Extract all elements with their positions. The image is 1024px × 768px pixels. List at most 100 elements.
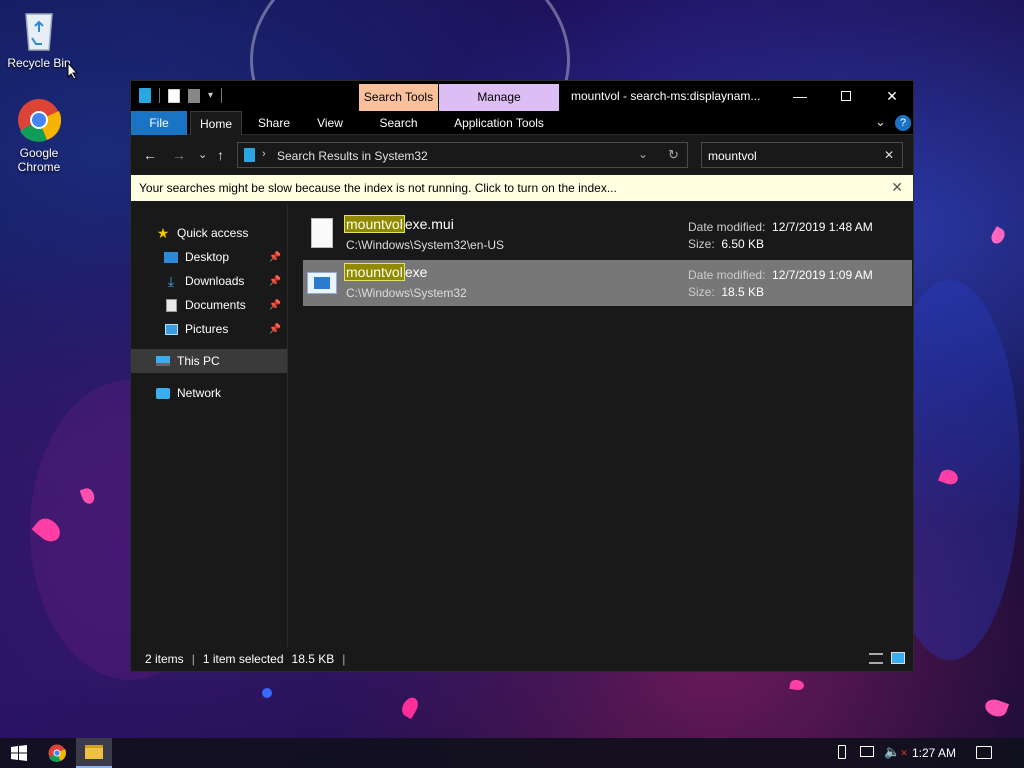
title-bar[interactable]: ▾ Search Tools Manage mountvol - search-… xyxy=(131,81,913,111)
clock[interactable]: 1:27 AM xyxy=(912,746,956,760)
tab-share[interactable]: Share xyxy=(249,111,299,135)
recent-locations-button[interactable]: ⌄ xyxy=(198,148,207,161)
date-value: 12/7/2019 1:09 AM xyxy=(772,268,873,282)
windows-logo-icon xyxy=(11,745,27,761)
up-button[interactable]: ↑ xyxy=(217,147,224,163)
desktop-folder-icon xyxy=(163,250,179,264)
info-bar-message[interactable]: Your searches might be slow because the … xyxy=(139,181,617,195)
nav-label: Downloads xyxy=(185,274,245,288)
maximize-button[interactable] xyxy=(823,81,869,111)
toolbar-divider xyxy=(221,88,223,103)
file-path: C:\Windows\System32 xyxy=(346,286,467,300)
large-icons-view-icon[interactable] xyxy=(891,652,905,664)
taskbar-file-explorer[interactable] xyxy=(76,738,112,768)
date-value: 12/7/2019 1:48 AM xyxy=(772,220,873,234)
tab-search[interactable]: Search xyxy=(359,111,438,135)
tab-home[interactable]: Home xyxy=(190,111,242,135)
pin-icon: 📌 xyxy=(268,251,281,263)
downloads-icon: ⤓ xyxy=(167,272,175,289)
desktop-icon-google-chrome[interactable]: Google Chrome xyxy=(4,98,74,174)
chrome-icon xyxy=(48,744,66,762)
tab-application-tools[interactable]: Application Tools xyxy=(439,111,559,135)
nav-label: Network xyxy=(177,386,222,400)
status-divider: | xyxy=(191,652,195,666)
customize-toolbar-icon[interactable]: ▾ xyxy=(208,90,213,101)
nav-downloads[interactable]: ⤓ Downloads 📌 xyxy=(131,269,287,293)
info-bar-close-icon[interactable]: ✕ xyxy=(891,179,903,196)
network-icon xyxy=(155,386,171,400)
taskbar-chrome[interactable] xyxy=(38,738,76,768)
size-value: 18.5 KB xyxy=(721,285,765,299)
properties-icon[interactable] xyxy=(168,88,180,103)
refresh-icon[interactable]: ↻ xyxy=(668,147,679,163)
quick-access-toolbar: ▾ xyxy=(139,88,223,103)
details-view-icon[interactable] xyxy=(869,653,883,664)
action-center-icon[interactable] xyxy=(976,746,992,759)
nav-quick-access[interactable]: ★ Quick access xyxy=(131,221,287,245)
nav-desktop[interactable]: Desktop 📌 xyxy=(131,245,287,269)
file-path: C:\Windows\System32\en-US xyxy=(346,238,505,252)
nav-pictures[interactable]: Pictures 📌 xyxy=(131,317,287,341)
pictures-icon xyxy=(163,322,179,336)
file-date: Date modified: 12/7/2019 1:09 AM xyxy=(688,268,873,282)
search-input[interactable]: mountvol xyxy=(708,149,757,163)
list-item[interactable]: mountvol exe C:\Windows\System32 Date mod… xyxy=(303,260,912,306)
file-list: mountvol exe.mui C:\Windows\System32\en-U… xyxy=(288,205,913,647)
tab-file[interactable]: File xyxy=(131,111,187,135)
new-folder-icon[interactable] xyxy=(188,88,200,103)
tab-view[interactable]: View xyxy=(305,111,355,135)
document-file-icon xyxy=(311,218,333,248)
close-button[interactable]: ✕ xyxy=(869,81,915,111)
item-count: 2 items xyxy=(145,652,184,666)
nav-label: Quick access xyxy=(177,226,249,240)
folder-app-icon xyxy=(139,88,151,103)
desktop-icon-recycle-bin[interactable]: Recycle Bin xyxy=(4,8,74,70)
search-location-icon xyxy=(244,148,255,162)
computer-icon xyxy=(155,354,171,368)
size-label: Size: xyxy=(688,285,715,299)
context-tab-manage: Manage xyxy=(439,84,559,111)
file-size: Size: 18.5 KB xyxy=(688,285,764,299)
address-box[interactable]: › Search Results in System32 ⌄ ↻ xyxy=(237,142,688,168)
date-label: Date modified: xyxy=(688,220,766,234)
pin-icon: 📌 xyxy=(268,275,281,287)
nav-network[interactable]: Network xyxy=(131,381,287,405)
window-title: mountvol - search-ms:displaynam... xyxy=(571,89,761,103)
status-divider: | xyxy=(342,652,346,666)
usb-device-icon[interactable] xyxy=(838,745,846,759)
pin-icon: 📌 xyxy=(268,299,281,311)
search-box[interactable]: mountvol ✕ xyxy=(701,142,903,168)
executable-file-icon xyxy=(307,272,337,294)
nav-label: Documents xyxy=(185,298,246,312)
clear-search-icon[interactable]: ✕ xyxy=(884,148,894,162)
minimize-button[interactable]: — xyxy=(777,81,823,111)
selection-count: 1 item selected xyxy=(202,652,284,666)
expand-ribbon-button[interactable]: ⌄ xyxy=(875,114,886,130)
selection-size: 18.5 KB xyxy=(291,652,335,666)
pin-icon: 📌 xyxy=(268,323,281,335)
size-label: Size: xyxy=(688,237,715,251)
status-bar: 2 items | 1 item selected 18.5 KB | xyxy=(131,647,913,671)
nav-documents[interactable]: Documents 📌 xyxy=(131,293,287,317)
size-value: 6.50 KB xyxy=(721,237,765,251)
network-tray-icon[interactable] xyxy=(860,746,874,757)
index-info-bar[interactable]: Your searches might be slow because the … xyxy=(131,175,913,201)
recycle-bin-label: Recycle Bin xyxy=(7,56,71,70)
start-button[interactable] xyxy=(0,738,38,768)
list-item[interactable]: mountvol exe.mui C:\Windows\System32\en-U… xyxy=(303,212,912,258)
back-button[interactable]: ← xyxy=(143,147,157,163)
address-dropdown-icon[interactable]: ⌄ xyxy=(638,147,648,161)
recycle-bin-icon xyxy=(22,8,56,52)
file-size: Size: 6.50 KB xyxy=(688,237,764,251)
breadcrumb: Search Results in System32 xyxy=(277,149,428,163)
chrome-icon xyxy=(17,98,62,142)
nav-this-pc[interactable]: This PC xyxy=(131,349,287,373)
date-label: Date modified: xyxy=(688,268,766,282)
star-icon: ★ xyxy=(156,224,170,241)
volume-muted-icon[interactable]: 🔈✕ xyxy=(884,744,908,760)
navigation-pane: ★ Quick access Desktop 📌 ⤓ Downloads 📌 D… xyxy=(131,205,288,647)
folder-icon xyxy=(85,745,103,759)
forward-button[interactable]: → xyxy=(172,147,186,163)
search-highlight: mountvol xyxy=(344,263,405,281)
help-icon[interactable]: ? xyxy=(895,115,911,131)
